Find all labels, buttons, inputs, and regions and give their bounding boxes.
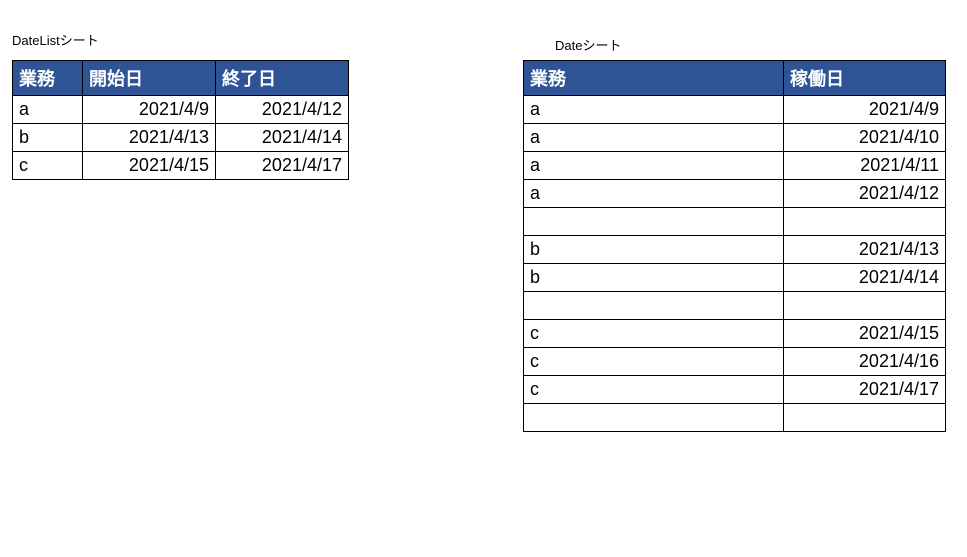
header-date: 稼働日: [784, 61, 946, 96]
cell-task: b: [524, 264, 784, 292]
date-sheet-label: Dateシート: [555, 35, 621, 54]
cell-end: 2021/4/12: [216, 96, 349, 124]
cell-date: 2021/4/15: [784, 320, 946, 348]
table-row: b 2021/4/13: [524, 236, 946, 264]
cell-task: [524, 404, 784, 432]
table-header-row: 業務 開始日 終了日: [13, 61, 349, 96]
table-row: a 2021/4/9: [524, 96, 946, 124]
table-row: [524, 208, 946, 236]
cell-date: [784, 208, 946, 236]
header-end: 終了日: [216, 61, 349, 96]
cell-task: [524, 208, 784, 236]
cell-start: 2021/4/15: [83, 152, 216, 180]
cell-end: 2021/4/17: [216, 152, 349, 180]
datelist-table: 業務 開始日 終了日 a 2021/4/9 2021/4/12 b 2021/4…: [12, 60, 349, 180]
table-row: c 2021/4/17: [524, 376, 946, 404]
cell-task: c: [524, 376, 784, 404]
cell-task: a: [524, 180, 784, 208]
table-row: b 2021/4/13 2021/4/14: [13, 124, 349, 152]
table-row: c 2021/4/15 2021/4/17: [13, 152, 349, 180]
header-task: 業務: [13, 61, 83, 96]
cell-date: 2021/4/12: [784, 180, 946, 208]
table-row: c 2021/4/15: [524, 320, 946, 348]
table-row: [524, 404, 946, 432]
header-task: 業務: [524, 61, 784, 96]
table-row: a 2021/4/11: [524, 152, 946, 180]
datelist-sheet-label: DateListシート: [12, 30, 99, 49]
cell-task: a: [524, 96, 784, 124]
table-row: a 2021/4/9 2021/4/12: [13, 96, 349, 124]
cell-date: 2021/4/16: [784, 348, 946, 376]
cell-task: c: [13, 152, 83, 180]
cell-date: [784, 404, 946, 432]
datelist-table-container: 業務 開始日 終了日 a 2021/4/9 2021/4/12 b 2021/4…: [12, 60, 348, 180]
cell-date: 2021/4/9: [784, 96, 946, 124]
header-start: 開始日: [83, 61, 216, 96]
cell-task: a: [524, 152, 784, 180]
date-table: 業務 稼働日 a 2021/4/9 a 2021/4/10 a 2021/4/1…: [523, 60, 946, 432]
cell-date: [784, 292, 946, 320]
cell-date: 2021/4/13: [784, 236, 946, 264]
cell-task: b: [524, 236, 784, 264]
table-header-row: 業務 稼働日: [524, 61, 946, 96]
cell-start: 2021/4/13: [83, 124, 216, 152]
cell-end: 2021/4/14: [216, 124, 349, 152]
cell-date: 2021/4/11: [784, 152, 946, 180]
cell-task: b: [13, 124, 83, 152]
cell-date: 2021/4/17: [784, 376, 946, 404]
table-row: [524, 292, 946, 320]
date-table-container: 業務 稼働日 a 2021/4/9 a 2021/4/10 a 2021/4/1…: [523, 60, 945, 432]
table-row: c 2021/4/16: [524, 348, 946, 376]
table-row: b 2021/4/14: [524, 264, 946, 292]
cell-task: a: [13, 96, 83, 124]
cell-date: 2021/4/10: [784, 124, 946, 152]
cell-task: c: [524, 348, 784, 376]
cell-start: 2021/4/9: [83, 96, 216, 124]
cell-date: 2021/4/14: [784, 264, 946, 292]
cell-task: [524, 292, 784, 320]
table-row: a 2021/4/12: [524, 180, 946, 208]
cell-task: a: [524, 124, 784, 152]
table-row: a 2021/4/10: [524, 124, 946, 152]
cell-task: c: [524, 320, 784, 348]
